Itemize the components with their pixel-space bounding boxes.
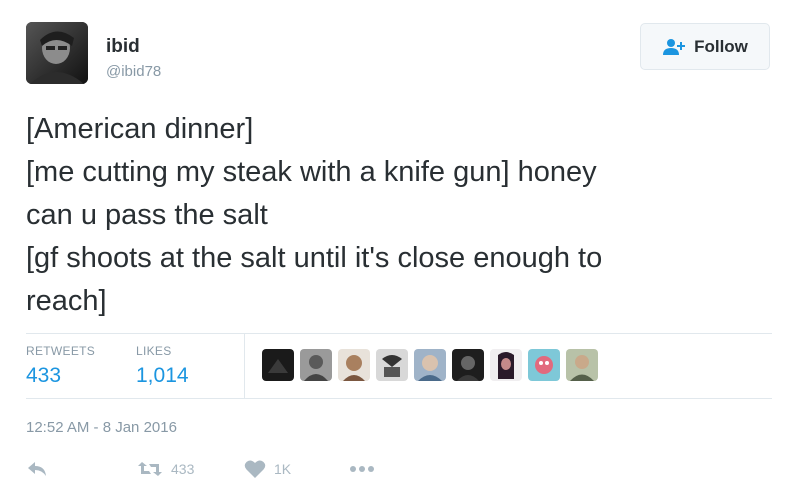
author-avatar[interactable] <box>26 22 88 84</box>
reply-button[interactable] <box>26 458 48 480</box>
stats-divider-bottom <box>26 398 772 399</box>
liker-avatar-8[interactable] <box>528 349 560 381</box>
more-dots-icon <box>349 465 375 473</box>
stats-divider-top <box>26 333 772 334</box>
liker-avatar-7[interactable] <box>490 349 522 381</box>
tweet-line: [gf shoots at the salt until it's close … <box>26 242 603 274</box>
author-handle[interactable]: @ibid78 <box>106 63 161 81</box>
follow-button-label: Follow <box>694 36 748 56</box>
tweet-timestamp[interactable]: 12:52 AM - 8 Jan 2016 <box>26 419 177 437</box>
like-count: 1K <box>274 461 292 477</box>
tweet-line: [me cutting my steak with a knife gun] h… <box>26 156 597 188</box>
retweet-count: 433 <box>171 461 195 477</box>
tweet-text: [American dinner] [me cutting my steak w… <box>26 108 771 323</box>
add-user-icon <box>662 38 686 56</box>
like-button[interactable]: 1K <box>244 458 291 480</box>
retweet-icon <box>137 460 163 478</box>
liker-avatar-1[interactable] <box>262 349 294 381</box>
retweets-value: 433 <box>26 364 62 387</box>
author-name[interactable]: ibid <box>106 36 140 58</box>
likes-stat[interactable]: LIKES 1,014 <box>136 344 189 388</box>
liker-avatar-9[interactable] <box>566 349 598 381</box>
liker-avatar-3[interactable] <box>338 349 370 381</box>
likes-value: 1,014 <box>136 364 189 387</box>
reply-icon <box>26 460 48 478</box>
likes-label: LIKES <box>136 344 172 358</box>
author-avatar-image <box>26 22 88 84</box>
stats-separator <box>244 334 245 398</box>
retweets-label: RETWEETS <box>26 344 96 358</box>
liker-avatar-2[interactable] <box>300 349 332 381</box>
liker-avatar-5[interactable] <box>414 349 446 381</box>
tweet-line: can u pass the salt <box>26 199 268 231</box>
liker-avatar-4[interactable] <box>376 349 408 381</box>
tweet-line: [American dinner] <box>26 113 254 145</box>
heart-icon <box>244 459 266 479</box>
more-button[interactable] <box>349 458 375 480</box>
liker-avatar-6[interactable] <box>452 349 484 381</box>
follow-button[interactable]: Follow <box>640 23 770 70</box>
retweet-button[interactable]: 433 <box>137 458 194 480</box>
retweets-stat[interactable]: RETWEETS 433 <box>26 344 95 388</box>
liker-avatars <box>262 349 598 381</box>
tweet-line: reach] <box>26 285 107 317</box>
